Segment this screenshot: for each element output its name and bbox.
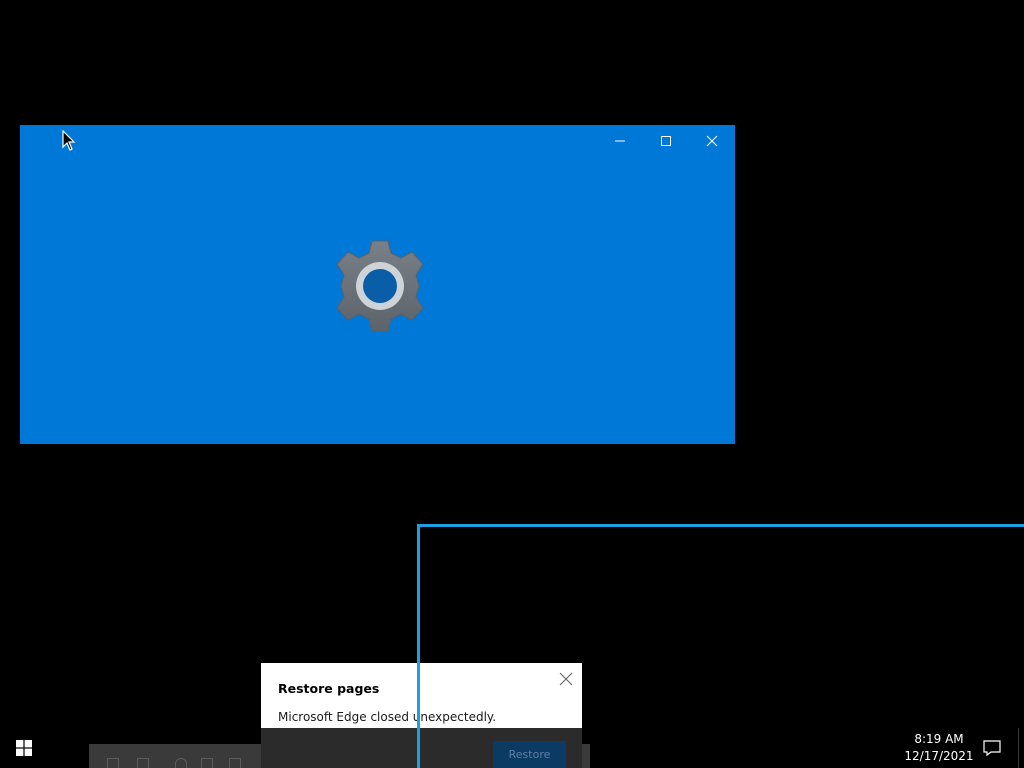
page-icon <box>137 758 149 768</box>
folder-icon <box>201 758 213 768</box>
document-icon <box>229 758 241 768</box>
close-button[interactable] <box>689 125 735 157</box>
mouse-cursor-icon <box>62 130 76 151</box>
start-button[interactable] <box>0 728 48 768</box>
settings-splash-window <box>20 125 735 444</box>
minimize-icon <box>615 140 625 142</box>
windows-logo-icon <box>16 740 32 756</box>
clock-time: 8:19 AM <box>914 732 964 746</box>
action-center-button[interactable] <box>980 734 1004 762</box>
show-desktop-button[interactable] <box>1018 728 1019 768</box>
clock-date: 12/17/2021 <box>904 749 974 763</box>
gear-icon <box>336 240 424 332</box>
desktop: Restore pages Microsoft Edge closed unex… <box>0 0 1024 768</box>
taskbar-clock[interactable]: 8:19 AM 12/17/2021 <box>898 728 980 768</box>
refresh-icon <box>175 758 187 768</box>
toast-title: Restore pages <box>278 681 380 696</box>
edge-toolbar-ghost <box>89 744 261 768</box>
window-controls <box>597 125 735 157</box>
notification-icon <box>983 740 1001 756</box>
maximize-icon <box>661 136 671 146</box>
close-icon <box>706 135 718 147</box>
minimize-button[interactable] <box>597 125 643 157</box>
maximize-button[interactable] <box>643 125 689 157</box>
tab-icon <box>107 758 119 768</box>
